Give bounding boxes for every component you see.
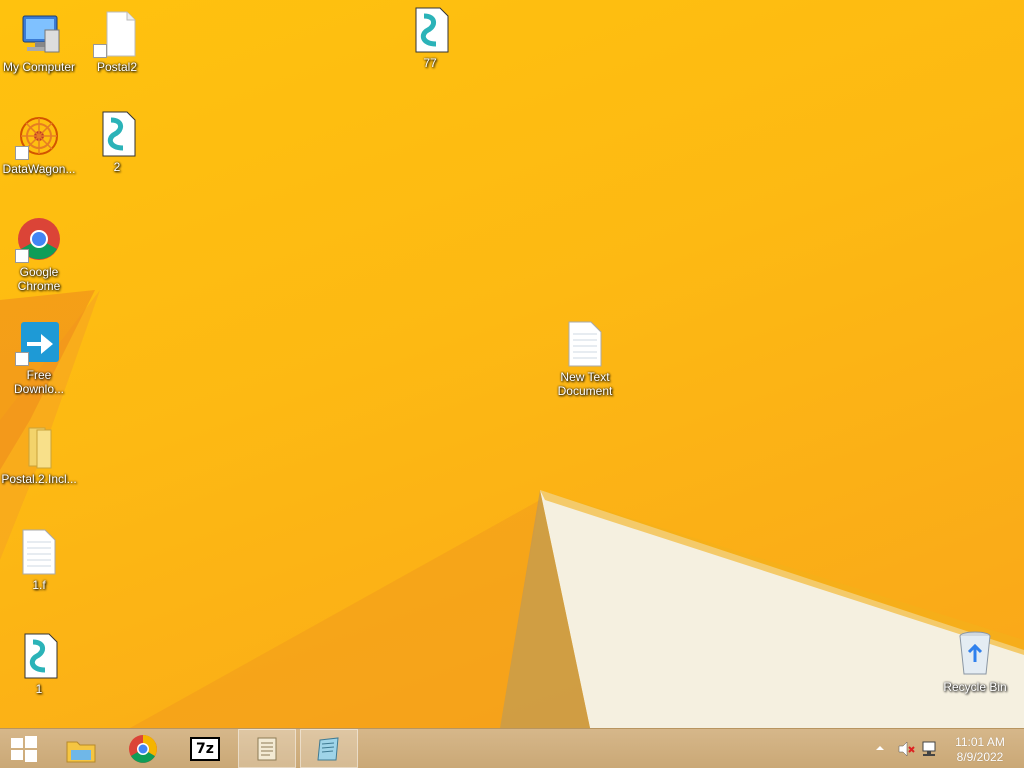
icon-label: 77 [423,56,437,70]
desktop-icon-1[interactable]: 1 [1,632,77,696]
chevron-up-icon [876,746,884,750]
taskbar-file-explorer[interactable] [52,729,110,768]
icon-label: 2 [113,160,121,174]
icon-label: My Computer [2,60,76,74]
icon-label: Google Chrome [17,265,61,293]
recycle-bin-icon [951,630,999,678]
desktop-icon-77[interactable]: 77 [392,6,468,70]
icon-label: New Text Document [557,370,613,398]
text-file-icon [15,528,63,576]
desktop-icon-recycle-bin[interactable]: Recycle Bin [937,630,1013,694]
script-file-icon [15,632,63,680]
datawagon-icon [15,112,63,160]
icon-label: Postal.2.Incl... [1,472,77,486]
taskbar-notepad-window[interactable] [238,729,296,768]
network-icon [922,741,936,756]
desktop-icon-new-text-document[interactable]: New Text Document [547,320,623,398]
desktop-icon-datawagon[interactable]: DataWagon... [1,112,77,176]
icon-label: 1.f [32,578,46,592]
network-button[interactable] [920,739,940,759]
clock[interactable]: 11:01 AM 8/9/2022 [945,733,1015,765]
script-file-icon [406,6,454,54]
desktop-icon-google-chrome[interactable]: Google Chrome [1,215,77,293]
taskbar-7zip[interactable]: 7z [176,729,234,768]
icon-label: 1 [35,682,43,696]
taskbar-chrome[interactable] [114,729,172,768]
clock-time: 11:01 AM [955,735,1005,749]
shortcut-arrow-icon [93,44,107,58]
7zip-logo-text: 7z [196,740,214,757]
shortcut-arrow-icon [15,249,29,263]
file-explorer-icon [66,741,96,762]
script-file-icon [93,110,141,158]
volume-muted-icon [898,741,915,757]
volume-button[interactable] [896,739,916,759]
desktop-icon-1f[interactable]: 1.f [1,528,77,592]
icon-label: Free Downlo... [13,368,65,396]
desktop-icon-my-computer[interactable]: My Computer [1,10,77,74]
7zip-icon: 7z [190,736,220,761]
desktop-icon-free-download[interactable]: Free Downlo... [1,318,77,396]
computer-icon [15,10,63,58]
blank-file-icon [93,10,141,58]
windows-logo-icon [11,735,37,762]
taskbar: 7z 11:01 AM 8/9/2022 [0,728,1024,768]
folder-icon [15,422,63,470]
notepad-app-icon [317,736,339,760]
text-file-icon [561,320,609,368]
clock-date: 8/9/2022 [956,750,1004,764]
shortcut-arrow-icon [15,352,29,366]
chrome-icon [15,215,63,263]
show-hidden-icons-button[interactable] [873,741,887,755]
chrome-icon [129,734,157,763]
scroll-notepad-icon [257,737,277,760]
icon-label: DataWagon... [2,162,76,176]
desktop-icon-postal-folder[interactable]: Postal.2.Incl... [1,422,77,486]
icon-label: Postal2 [96,60,138,74]
start-button[interactable] [0,729,48,768]
desktop-icon-postal2[interactable]: Postal2 [79,10,155,74]
taskbar-app-window[interactable] [300,729,358,768]
desktop[interactable]: My Computer Postal2 77 DataWagon... 2 Go… [0,0,1024,728]
free-download-manager-icon [15,318,63,366]
desktop-icon-2[interactable]: 2 [79,110,155,174]
icon-label: Recycle Bin [943,680,1007,694]
shortcut-arrow-icon [15,146,29,160]
